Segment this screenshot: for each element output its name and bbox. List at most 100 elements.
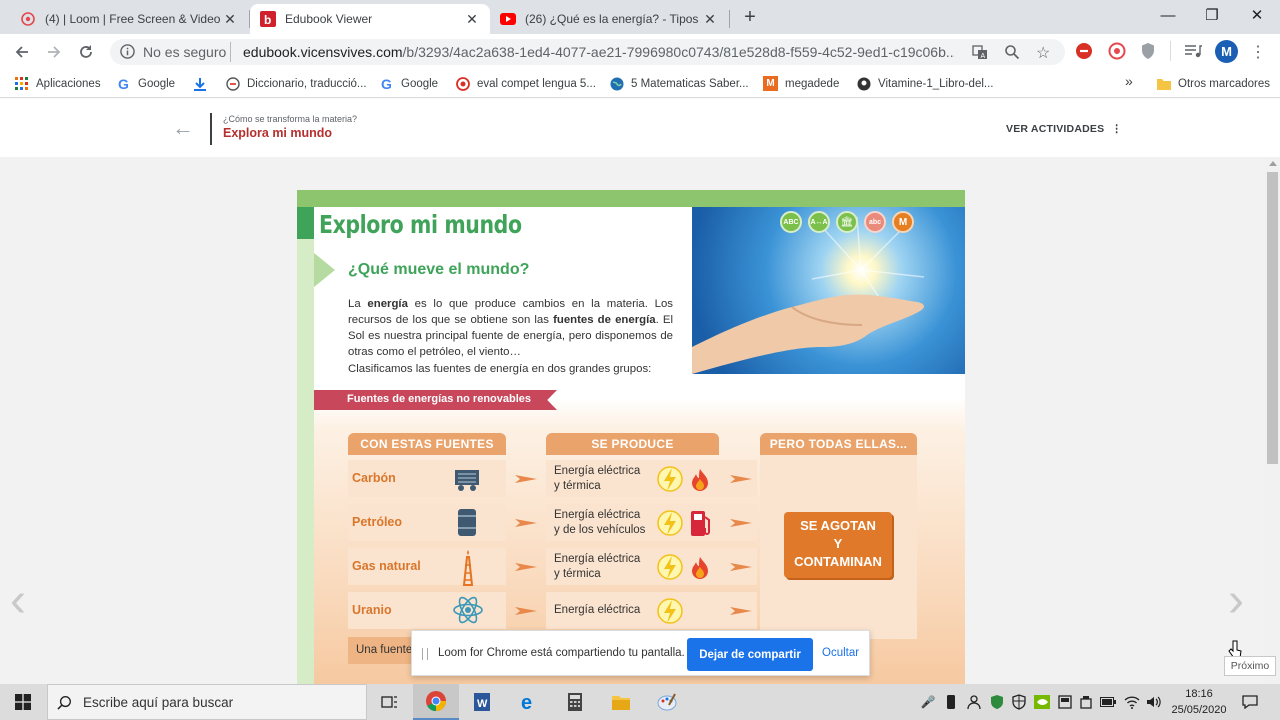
close-tab-icon[interactable]: ✕ bbox=[464, 11, 480, 28]
tab-title: (4) | Loom | Free Screen & Video Re bbox=[45, 12, 222, 26]
page-scrollbar[interactable] bbox=[1265, 157, 1280, 684]
breadcrumb: ¿Cómo se transforma la materia? bbox=[223, 114, 358, 124]
zoom-icon[interactable] bbox=[1004, 44, 1020, 65]
menu-kebab-icon[interactable]: ⋮ bbox=[1248, 40, 1268, 64]
restore-button[interactable]: ❐ bbox=[1189, 0, 1235, 30]
bookmark-eval[interactable]: eval compet lengua 5... bbox=[455, 76, 596, 91]
nvidia-icon[interactable] bbox=[1034, 694, 1050, 710]
address-bar[interactable]: No es seguro edubook.vicensvives.com/b/3… bbox=[110, 39, 1065, 65]
bookmark-download[interactable] bbox=[192, 76, 214, 91]
paint-taskbar-icon[interactable] bbox=[644, 684, 690, 720]
page-top-stripe bbox=[297, 190, 965, 207]
info-icon[interactable] bbox=[120, 44, 135, 64]
arrow-icon bbox=[730, 519, 752, 527]
url-text[interactable]: edubook.vicensvives.com/b/3293/4ac2a638-… bbox=[243, 44, 955, 60]
tab-edubook[interactable]: b Edubook Viewer ✕ bbox=[250, 4, 490, 34]
bookmark-apps[interactable]: Aplicaciones bbox=[14, 76, 101, 91]
file-explorer-taskbar-icon[interactable] bbox=[598, 684, 644, 720]
tab-strip: (4) | Loom | Free Screen & Video Re ✕ b … bbox=[0, 0, 1280, 34]
translate-icon[interactable]: A bbox=[972, 44, 988, 65]
activities-button[interactable]: VER ACTIVIDADES ⋮ bbox=[1006, 123, 1122, 135]
bookmark-star-icon[interactable]: ☆ bbox=[1036, 43, 1050, 63]
bookmark-matematicas[interactable]: 5 Matematicas Saber... bbox=[609, 76, 749, 91]
subheading-pointer bbox=[314, 253, 335, 287]
oil-barrel-icon bbox=[455, 507, 479, 542]
volume-icon[interactable] bbox=[1146, 694, 1162, 710]
storage-icon[interactable] bbox=[1057, 694, 1073, 710]
defender-icon[interactable] bbox=[1011, 694, 1027, 710]
prev-page-button[interactable]: ‹ bbox=[10, 577, 26, 625]
close-tab-icon[interactable]: ✕ bbox=[702, 11, 718, 28]
usb-drive-icon[interactable] bbox=[1078, 694, 1094, 710]
close-window-button[interactable]: ✕ bbox=[1234, 0, 1280, 30]
stop-sharing-button[interactable]: Dejar de compartir bbox=[687, 638, 813, 671]
bookmark-google-2[interactable]: G Google bbox=[379, 76, 438, 92]
people-icon[interactable] bbox=[966, 694, 982, 710]
svg-text:A: A bbox=[981, 53, 986, 60]
lightning-icon bbox=[657, 510, 683, 536]
clock[interactable]: 18:16 25/05/2020 bbox=[1168, 686, 1230, 718]
svg-text:W: W bbox=[477, 698, 488, 710]
museum-badge-icon[interactable]: 🏛 bbox=[836, 211, 858, 233]
phone-icon[interactable] bbox=[943, 694, 959, 710]
bookmark-vitamine[interactable]: Vitamine-1_Libro-del... bbox=[856, 76, 994, 91]
security-label: No es seguro bbox=[143, 44, 227, 60]
task-view-icon[interactable] bbox=[367, 684, 413, 720]
battery-icon[interactable] bbox=[1100, 694, 1116, 710]
notifications-icon[interactable] bbox=[1242, 694, 1258, 710]
windows-start-icon[interactable] bbox=[0, 684, 46, 720]
svg-text:e: e bbox=[521, 692, 532, 712]
tab-youtube[interactable]: (26) ¿Qué es la energía? - Tipos de e ✕ bbox=[490, 4, 728, 34]
next-tooltip: Próximo bbox=[1224, 656, 1276, 676]
bookmark-diccionario[interactable]: Diccionario, traducció... bbox=[225, 76, 367, 91]
chrome-taskbar-icon[interactable] bbox=[413, 684, 459, 720]
math-badge-icon[interactable]: M bbox=[892, 211, 914, 233]
hide-link[interactable]: Ocultar bbox=[822, 647, 859, 659]
book-viewer: ‹ › Exploro mi mundo ABC A↔A 🏛 abc M ¿Qu… bbox=[0, 157, 1265, 684]
security-shield-icon[interactable] bbox=[989, 694, 1005, 710]
other-bookmarks[interactable]: Otros marcadores bbox=[1156, 76, 1270, 91]
tab-title: Edubook Viewer bbox=[285, 12, 373, 26]
lightning-icon bbox=[657, 466, 683, 492]
viewer-header: ← ¿Cómo se transforma la materia? Explor… bbox=[0, 99, 1280, 157]
spelling-badge-icon[interactable]: abc bbox=[864, 211, 886, 233]
next-page-button[interactable]: › bbox=[1228, 577, 1244, 625]
bookmarks-overflow[interactable]: » bbox=[1125, 73, 1133, 89]
loom-message: Loom for Chrome está compartiendo tu pan… bbox=[438, 647, 685, 659]
new-tab-button[interactable]: + bbox=[738, 5, 762, 29]
word-taskbar-icon[interactable]: W bbox=[459, 684, 505, 720]
megadede-icon: M bbox=[763, 76, 778, 91]
back-arrow-button[interactable]: ← bbox=[172, 115, 194, 141]
source-label: Gas natural bbox=[352, 559, 421, 573]
media-queue-icon[interactable] bbox=[1184, 43, 1202, 64]
tab-loom[interactable]: (4) | Loom | Free Screen & Video Re ✕ bbox=[10, 4, 248, 34]
vocabulary-badge-icon[interactable]: A↔A bbox=[808, 211, 830, 233]
minimize-button[interactable]: — bbox=[1145, 0, 1191, 30]
wifi-icon[interactable] bbox=[1124, 694, 1140, 710]
drag-handle-icon[interactable] bbox=[422, 648, 428, 660]
produces-text: Energía eléctrica y de los vehículos bbox=[554, 509, 646, 536]
microphone-icon[interactable]: 🎤 bbox=[920, 694, 936, 710]
column-header-result: PERO TODAS ELLAS... bbox=[760, 433, 917, 455]
header-divider bbox=[210, 113, 212, 145]
bookmark-google[interactable]: G Google bbox=[116, 76, 175, 92]
extension-loom-icon[interactable] bbox=[1108, 42, 1126, 65]
reload-icon[interactable] bbox=[72, 38, 100, 66]
column-header-sources: CON ESTAS FUENTES bbox=[348, 433, 506, 455]
close-tab-icon[interactable]: ✕ bbox=[222, 11, 238, 28]
bookmark-megadede[interactable]: M megadede bbox=[763, 76, 839, 91]
profile-avatar[interactable]: M bbox=[1215, 40, 1238, 63]
scroll-thumb[interactable] bbox=[1267, 172, 1278, 464]
extension-shield-icon[interactable] bbox=[1140, 42, 1156, 65]
abc-badge-icon[interactable]: ABC bbox=[780, 211, 802, 233]
back-icon[interactable] bbox=[8, 38, 36, 66]
edge-taskbar-icon[interactable]: e bbox=[506, 684, 552, 720]
arrow-icon bbox=[515, 519, 537, 527]
scroll-up-icon[interactable] bbox=[1269, 161, 1277, 166]
flame-icon bbox=[692, 557, 708, 579]
calculator-taskbar-icon[interactable] bbox=[552, 684, 598, 720]
arrow-icon bbox=[730, 475, 752, 483]
forward-icon[interactable] bbox=[40, 38, 68, 66]
taskbar-search-box[interactable]: Escribe aquí para buscar bbox=[47, 684, 367, 720]
extension-adblock-icon[interactable] bbox=[1075, 42, 1093, 65]
